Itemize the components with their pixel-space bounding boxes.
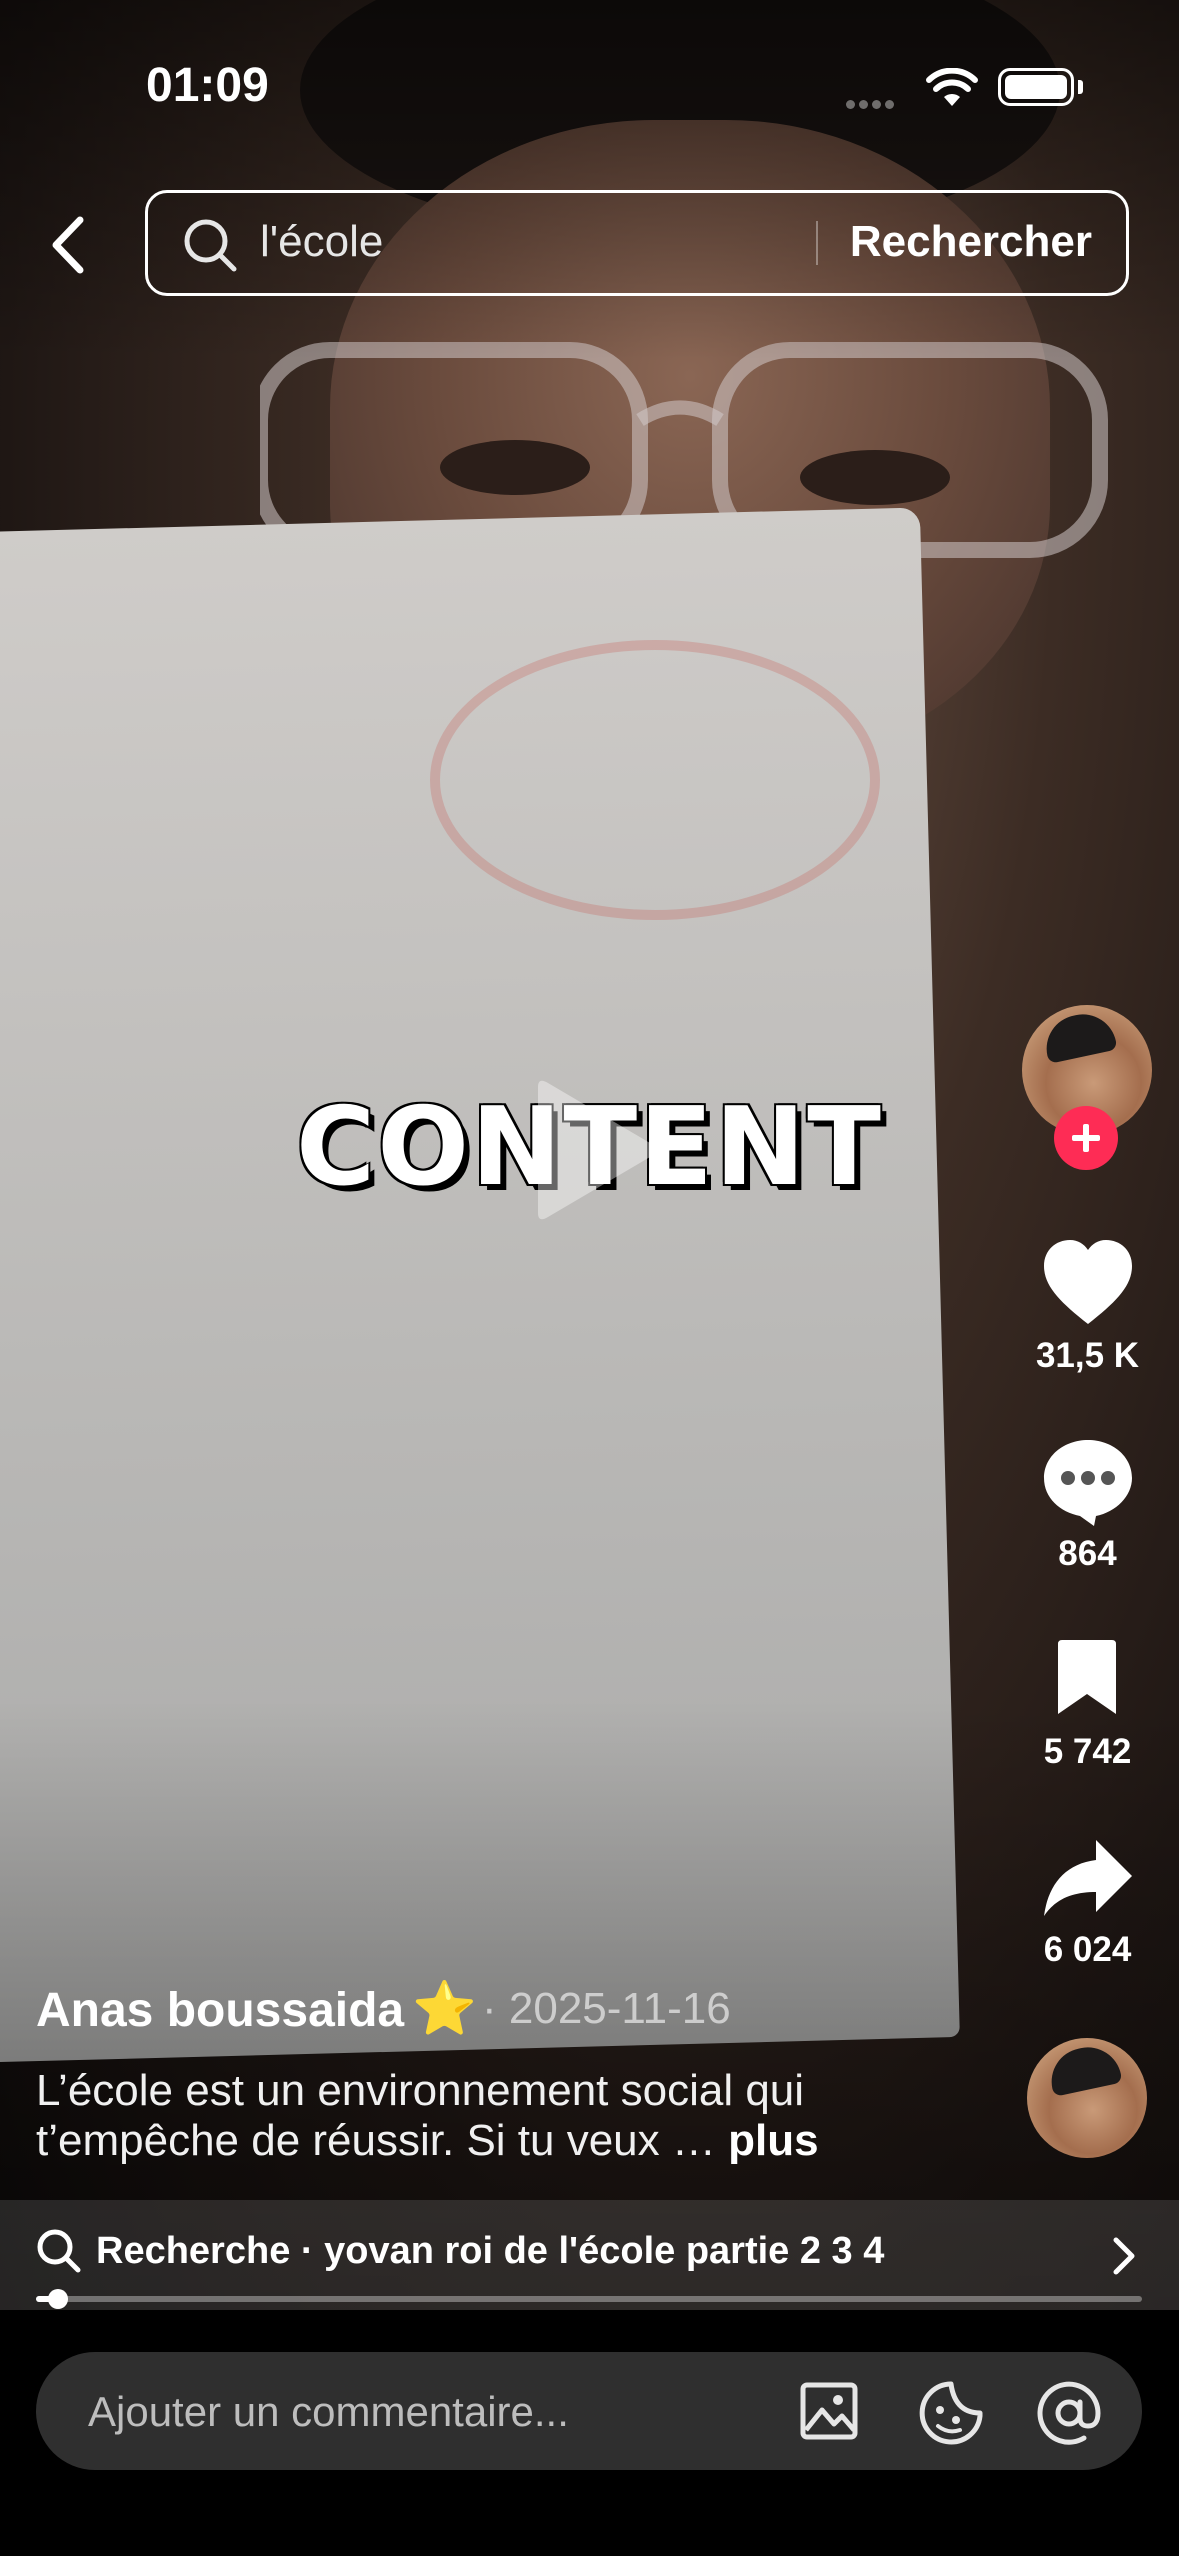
- search-bar[interactable]: l'école Rechercher: [145, 190, 1129, 296]
- like-count: 31,5 K: [1035, 1336, 1140, 1375]
- related-search-text[interactable]: Recherche · yovan roi de l'école partie …: [96, 2230, 884, 2273]
- caption-text: L’école est un environnement social qui …: [36, 2066, 805, 2165]
- related-search-bar[interactable]: Recherche · yovan roi de l'école partie …: [0, 2200, 1179, 2310]
- comment-input[interactable]: Ajouter un commentaire...: [88, 2388, 569, 2436]
- image-icon[interactable]: [798, 2380, 860, 2442]
- search-button[interactable]: Rechercher: [850, 217, 1092, 267]
- battery-icon: [998, 68, 1074, 106]
- search-icon: [184, 219, 237, 272]
- search-divider: [816, 221, 818, 265]
- caption-more-link[interactable]: plus: [728, 2116, 818, 2165]
- search-icon: [37, 2229, 81, 2273]
- progress-knob[interactable]: [48, 2289, 69, 2309]
- status-time: 01:09: [146, 59, 269, 112]
- video-eye-left: [440, 440, 590, 495]
- follow-plus-icon[interactable]: [1054, 1106, 1118, 1170]
- author-name-text[interactable]: Anas boussaida: [36, 1984, 404, 2037]
- share-icon[interactable]: [1040, 1836, 1136, 1922]
- play-icon[interactable]: [528, 1075, 658, 1225]
- chevron-right-icon[interactable]: [1110, 2236, 1138, 2276]
- back-chevron-icon[interactable]: [40, 210, 100, 280]
- music-disc-avatar[interactable]: [1027, 2038, 1147, 2158]
- star-emoji: ⭐: [412, 1980, 477, 2038]
- bookmark-count: 5 742: [1043, 1732, 1132, 1771]
- comment-count: 864: [1058, 1534, 1117, 1573]
- post-caption[interactable]: L’école est un environnement social qui …: [36, 2066, 936, 2166]
- comment-input-bar[interactable]: Ajouter un commentaire...: [36, 2352, 1142, 2470]
- video-eye-right: [800, 450, 950, 505]
- top-gradient: [0, 0, 1179, 360]
- bookmark-icon[interactable]: [1052, 1638, 1122, 1718]
- comment-icon[interactable]: [1040, 1436, 1136, 1528]
- author-name[interactable]: Anas boussaida ⭐: [36, 1978, 477, 2039]
- wifi-icon: [926, 68, 978, 106]
- heart-icon[interactable]: [1040, 1238, 1136, 1328]
- search-input[interactable]: l'école: [260, 217, 383, 267]
- cellular-signal-icon: [846, 96, 906, 109]
- video-progress-slider[interactable]: [36, 2289, 1142, 2309]
- share-count: 6 024: [1043, 1930, 1132, 1969]
- video-paper-stamp: [430, 640, 880, 920]
- emoji-sticker-icon[interactable]: [918, 2380, 984, 2446]
- mention-at-icon[interactable]: [1036, 2380, 1102, 2446]
- battery-tip: [1078, 80, 1083, 94]
- post-date: · 2025-11-16: [482, 1984, 731, 2033]
